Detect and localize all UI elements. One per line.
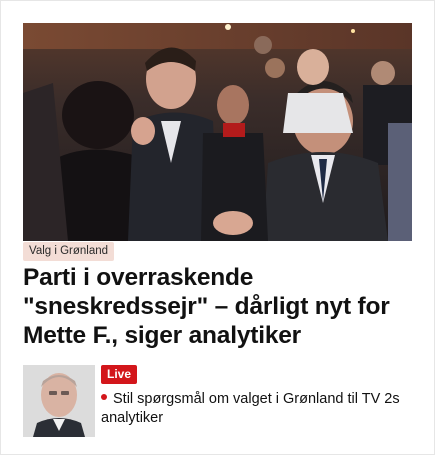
crowd-photo	[23, 23, 412, 241]
related-link-text: Stil spørgsmål om valget i Grønland til …	[101, 391, 400, 426]
related-link[interactable]: Stil spørgsmål om valget i Grønland til …	[101, 390, 421, 428]
news-card[interactable]: Valg i Grønland Parti i overraskende "sn…	[0, 0, 435, 455]
category-tag[interactable]: Valg i Grønland	[23, 242, 115, 261]
analyst-photo	[23, 365, 95, 437]
live-dot-icon	[101, 394, 107, 401]
article-hero-image[interactable]	[23, 23, 412, 241]
analyst-thumbnail[interactable]	[23, 365, 95, 437]
live-badge: Live	[101, 365, 138, 384]
article-headline[interactable]: Parti i overraskende "sneskredssejr" – d…	[23, 263, 418, 350]
